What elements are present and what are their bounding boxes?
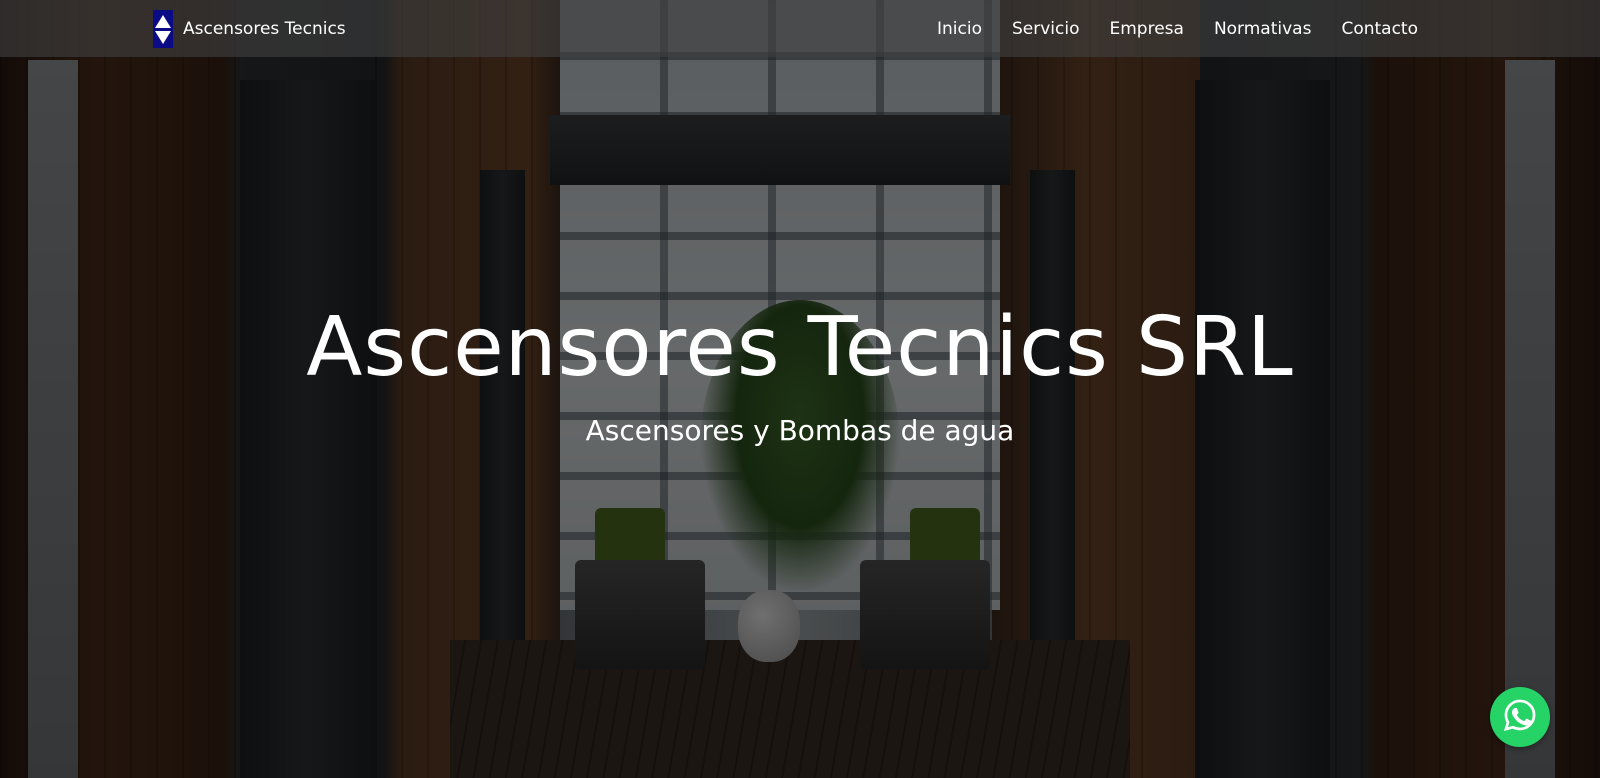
nav-link-contacto[interactable]: Contacto (1341, 19, 1418, 39)
arrow-down-icon (155, 30, 171, 44)
brand-name: Ascensores Tecnics (183, 19, 346, 39)
navbar: Ascensores Tecnics Inicio Servicio Empre… (0, 0, 1600, 57)
nav-link-servicio[interactable]: Servicio (1012, 19, 1080, 39)
hero-subtitle: Ascensores y Bombas de agua (585, 414, 1015, 447)
nav-links: Inicio Servicio Empresa Normativas Conta… (937, 0, 1418, 57)
elevator-arrows-icon (153, 10, 173, 48)
hero-title: Ascensores Tecnics SRL (306, 300, 1294, 395)
whatsapp-button[interactable] (1490, 687, 1550, 747)
whatsapp-icon (1502, 697, 1538, 737)
brand-link[interactable]: Ascensores Tecnics (153, 10, 346, 48)
nav-link-normativas[interactable]: Normativas (1214, 19, 1312, 39)
nav-link-empresa[interactable]: Empresa (1109, 19, 1183, 39)
arrow-up-icon (155, 14, 171, 28)
nav-link-inicio[interactable]: Inicio (937, 19, 982, 39)
